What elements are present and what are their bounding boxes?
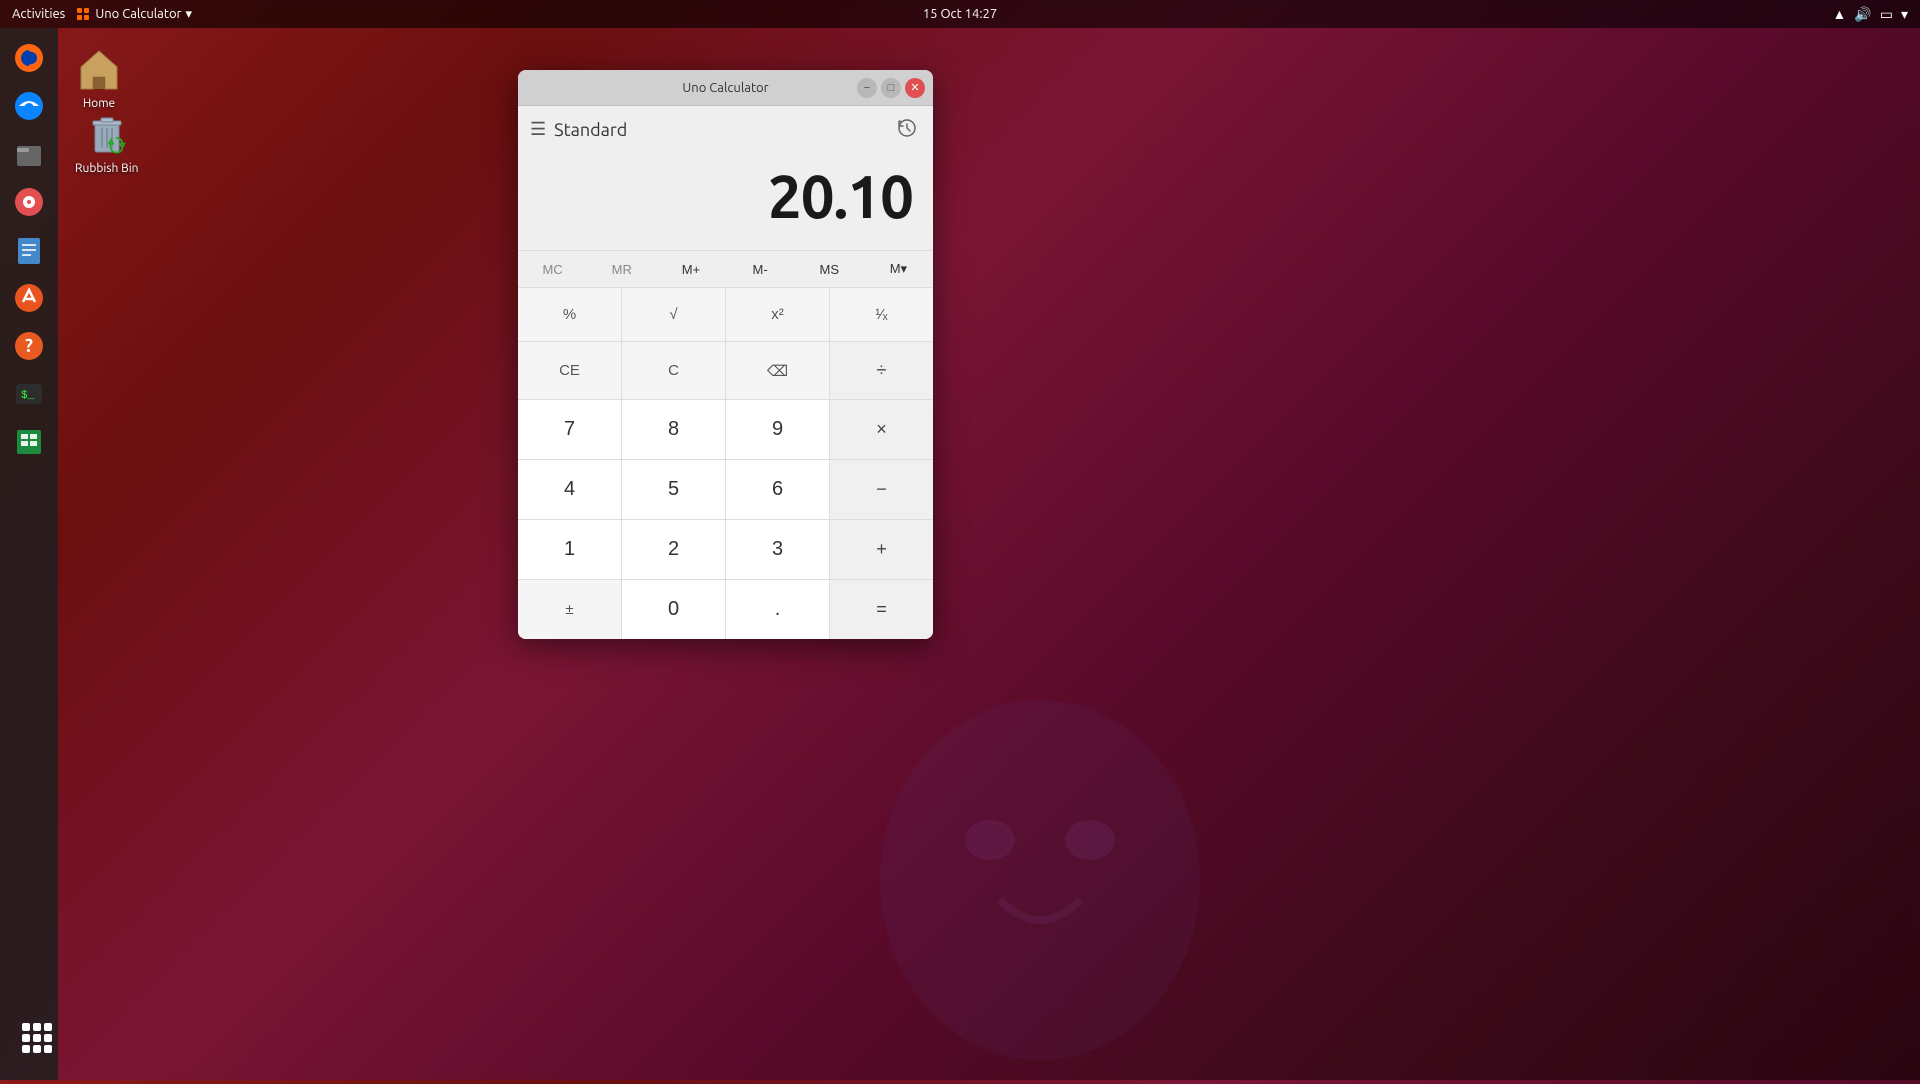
- home-icon-label: Home: [83, 97, 115, 110]
- calc-memory-row: MC MR M+ M- MS M▾: [518, 250, 933, 287]
- mem-mminus-button[interactable]: M-: [725, 251, 794, 287]
- btn-reciprocal[interactable]: ¹⁄ₓ: [830, 288, 933, 341]
- history-icon: [897, 118, 917, 138]
- btn-4[interactable]: 4: [518, 460, 621, 519]
- btn-negate[interactable]: ±: [518, 580, 621, 639]
- mem-mplus-button[interactable]: M+: [656, 251, 725, 287]
- calc-display-value: 20.10: [768, 163, 913, 230]
- minimize-button[interactable]: −: [857, 78, 877, 98]
- calc-button-grid: % √ x² ¹⁄ₓ CE C ⌫ ÷ 7 8 9 × 4 5 6 − 1 2 …: [518, 287, 933, 639]
- desktop-icon-rubbish[interactable]: Rubbish Bin: [75, 110, 138, 175]
- calc-display: 20.10: [518, 153, 933, 250]
- btn-sqrt[interactable]: √: [622, 288, 725, 341]
- btn-square[interactable]: x²: [726, 288, 829, 341]
- btn-subtract[interactable]: −: [830, 460, 933, 519]
- mem-mr-button[interactable]: MR: [587, 251, 656, 287]
- sidebar-item-files[interactable]: [7, 132, 51, 176]
- rhythmbox-icon: [13, 186, 45, 218]
- sidebar: ? $_: [0, 28, 58, 1080]
- topbar-datetime: 15 Oct 14:27: [923, 7, 997, 21]
- app-name-label: Uno Calculator: [95, 7, 181, 21]
- hamburger-menu[interactable]: ☰: [530, 119, 546, 140]
- calc-titlebar: Uno Calculator − □ ✕: [518, 70, 933, 106]
- sidebar-item-help[interactable]: ?: [7, 324, 51, 368]
- network-icon: ▲: [1832, 6, 1846, 22]
- btn-8[interactable]: 8: [622, 400, 725, 459]
- terminal-icon: $_: [13, 378, 45, 410]
- titlebar-controls: − □ ✕: [857, 78, 925, 98]
- battery-icon: ▭: [1880, 6, 1893, 23]
- app-grid-button[interactable]: [15, 1016, 59, 1060]
- notes-icon: [13, 234, 45, 266]
- btn-c[interactable]: C: [622, 342, 725, 399]
- sidebar-item-terminal[interactable]: $_: [7, 372, 51, 416]
- help-icon: ?: [13, 330, 45, 362]
- btn-2[interactable]: 2: [622, 520, 725, 579]
- trash-icon: [83, 110, 131, 158]
- sidebar-item-appstore[interactable]: [7, 276, 51, 320]
- btn-9[interactable]: 9: [726, 400, 829, 459]
- calc-body: ☰ Standard 20.10 MC MR M+ M- MS M▾: [518, 106, 933, 639]
- mem-mlist-button[interactable]: M▾: [864, 251, 933, 287]
- mem-mc-button[interactable]: MC: [518, 251, 587, 287]
- close-button[interactable]: ✕: [905, 78, 925, 98]
- btn-multiply[interactable]: ×: [830, 400, 933, 459]
- appstore-icon: [13, 282, 45, 314]
- app-indicator[interactable]: Uno Calculator ▾: [75, 6, 192, 22]
- sidebar-item-thunderbird[interactable]: [7, 84, 51, 128]
- volume-icon: 🔊: [1854, 6, 1871, 23]
- sidebar-item-spreadsheet[interactable]: [7, 420, 51, 464]
- calculator-window: Uno Calculator − □ ✕ ☰ Standard 20.: [518, 70, 933, 639]
- files-icon: [13, 138, 45, 170]
- topbar: Activities Uno Calculator ▾ 15 Oct 14:27…: [0, 0, 1920, 28]
- thunderbird-icon: [13, 90, 45, 122]
- topbar-tray: ▲ 🔊 ▭ ▾: [1832, 6, 1908, 23]
- maximize-button[interactable]: □: [881, 78, 901, 98]
- spreadsheet-icon: [13, 426, 45, 458]
- btn-6[interactable]: 6: [726, 460, 829, 519]
- btn-5[interactable]: 5: [622, 460, 725, 519]
- calc-window-title: Uno Calculator: [682, 81, 768, 95]
- rubbish-bin-icon-label: Rubbish Bin: [75, 162, 138, 175]
- btn-equals[interactable]: =: [830, 580, 933, 639]
- calc-header: ☰ Standard: [518, 106, 933, 153]
- svg-text:?: ?: [25, 336, 33, 356]
- btn-ce[interactable]: CE: [518, 342, 621, 399]
- svg-text:$_: $_: [21, 390, 35, 402]
- sidebar-item-notes[interactable]: [7, 228, 51, 272]
- btn-0[interactable]: 0: [622, 580, 725, 639]
- app-grid-icon: [22, 1023, 52, 1053]
- desktop-icon-home[interactable]: Home: [75, 45, 123, 110]
- btn-backspace[interactable]: ⌫: [726, 342, 829, 399]
- sidebar-item-rhythmbox[interactable]: [7, 180, 51, 224]
- calc-mode-title: Standard: [554, 120, 627, 140]
- app-icon: [75, 6, 91, 22]
- btn-percent[interactable]: %: [518, 288, 621, 341]
- app-dropdown-icon: ▾: [185, 7, 192, 22]
- sidebar-item-firefox[interactable]: [7, 36, 51, 80]
- activities-label[interactable]: Activities: [12, 7, 65, 21]
- mem-ms-button[interactable]: MS: [795, 251, 864, 287]
- firefox-icon: [13, 42, 45, 74]
- btn-add[interactable]: +: [830, 520, 933, 579]
- btn-1[interactable]: 1: [518, 520, 621, 579]
- btn-decimal[interactable]: .: [726, 580, 829, 639]
- system-menu-icon[interactable]: ▾: [1901, 6, 1908, 23]
- home-icon: [75, 45, 123, 93]
- topbar-left: Activities Uno Calculator ▾: [12, 6, 192, 22]
- ubuntu-mascot: [840, 680, 1240, 1080]
- btn-divide[interactable]: ÷: [830, 342, 933, 399]
- btn-7[interactable]: 7: [518, 400, 621, 459]
- history-button[interactable]: [893, 114, 921, 145]
- btn-3[interactable]: 3: [726, 520, 829, 579]
